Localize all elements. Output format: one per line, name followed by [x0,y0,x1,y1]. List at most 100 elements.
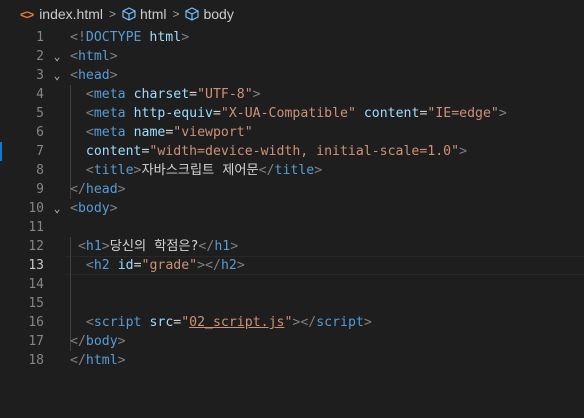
code-line[interactable]: 4 <meta charset="UTF-8"> [0,85,584,104]
code-line[interactable]: 12 <h1>당신의 학점은?</h1> [0,237,584,256]
fold-chevron-icon[interactable]: ⌄ [50,47,64,66]
line-number: 5 [36,106,44,121]
code-line[interactable]: 15 [0,294,584,313]
code-token: id [117,258,134,273]
code-token: > [133,163,142,178]
code-token: meta [93,125,126,140]
code-content: <script src="02_script.js"></script> [86,313,372,332]
code-line[interactable]: 7 content="width=device-width, initial-sc… [0,142,584,161]
line-number: 12 [28,239,44,254]
code-token: html [85,353,118,368]
code-token: http-equiv [133,106,213,121]
code-token: > [252,87,261,102]
code-line[interactable]: 1 <!DOCTYPE html> [0,28,584,47]
code-line[interactable]: 3 ⌄ <head> [0,66,584,85]
code-line[interactable]: 11 [0,218,584,237]
code-line[interactable]: 5 <meta http-equiv="X-UA-Compatible" cont… [0,104,584,123]
code-content: </html> [70,351,126,370]
code-token: > [181,30,190,45]
line-number: 8 [36,163,44,178]
code-token: > [109,49,118,64]
code-token: "UTF-8" [197,87,253,102]
line-number: 13 [28,258,44,273]
code-token: script [316,315,364,330]
code-line[interactable]: 9 </head> [0,180,584,199]
code-token: html [77,49,110,64]
code-token: head [85,182,118,197]
code-token: > [498,106,507,121]
code-line[interactable]: 14 [0,275,584,294]
code-token: ></ [197,258,221,273]
code-line[interactable]: 16 <script src="02_script.js"></script> [0,313,584,332]
code-line[interactable]: 18 </html> [0,351,584,370]
code-line[interactable]: 17 </body> [0,332,584,351]
code-token: h1 [85,239,102,254]
code-content: <!DOCTYPE html> [70,28,189,47]
code-editor[interactable]: 1 <!DOCTYPE html> 2 ⌄ <html> 3 ⌄ <head> 4 <meta c… [0,28,584,418]
line-number: 11 [28,220,44,235]
code-token: body [77,201,110,216]
code-token: > [109,68,118,83]
code-token: </ [70,334,86,349]
code-token: name [133,125,166,140]
code-token: = [133,258,142,273]
line-number: 7 [36,144,44,159]
code-content: <html> [70,47,118,66]
breadcrumb-item-body[interactable]: body [203,6,233,22]
code-content: <meta http-equiv="X-UA-Compatible" conte… [86,104,507,123]
chevron-right-icon: > [172,7,180,21]
code-token: < [77,239,86,254]
code-line[interactable]: 13 <h2 id="grade"></h2> [0,256,584,275]
code-token: "X-UA-Compatible" [220,106,356,121]
code-token: </ [70,353,86,368]
code-token: 자바스크립트 제어문 [141,163,259,178]
code-token: > [117,334,126,349]
code-content: <head> [70,66,118,85]
code-token: h2 [93,258,110,273]
line-number: 10 [28,201,44,216]
code-line[interactable]: 6 <meta name="viewport" [0,123,584,142]
code-token: content [363,106,420,121]
code-token: </ [198,239,215,254]
code-token: < [85,87,94,102]
code-token: title [93,163,134,178]
code-line[interactable]: 10 ⌄ <body> [0,199,584,218]
code-token: " [181,315,190,330]
breadcrumb-file[interactable]: index.html [39,6,103,22]
code-content: </head> [70,180,126,199]
line-number: 9 [36,182,44,197]
code-token: content [85,144,142,159]
breadcrumb-item-html[interactable]: html [140,6,166,22]
code-content: <h2 id="grade"></h2> [86,256,245,275]
code-token: html [149,30,182,45]
fold-chevron-icon[interactable]: ⌄ [50,66,64,85]
code-token: <! [70,30,86,45]
code-token: > [109,201,118,216]
cube-icon [122,7,136,21]
code-token: < [85,163,94,178]
fold-chevron-icon[interactable]: ⌄ [50,199,64,218]
code-content: <h1>당신의 학점은?</h1> [78,237,238,256]
code-token: > [459,144,468,159]
code-token: < [85,125,94,140]
code-content: <meta name="viewport" [86,123,253,142]
line-number: 16 [28,315,44,330]
code-token: </ [258,163,275,178]
code-token: head [77,68,110,83]
code-content: </body> [70,332,126,351]
breadcrumb: <> index.html > html > body [0,0,584,28]
code-line[interactable]: 2 ⌄ <html> [0,47,584,66]
line-number: 18 [28,353,44,368]
code-line[interactable]: 8 <title>자바스크립트 제어문</title> [0,161,584,180]
cube-icon [185,7,200,21]
line-number: 2 [36,49,44,64]
chevron-right-icon: > [109,7,117,21]
code-token: title [274,163,315,178]
code-token: 당신의 학점은? [109,239,199,254]
line-number: 15 [28,296,44,311]
